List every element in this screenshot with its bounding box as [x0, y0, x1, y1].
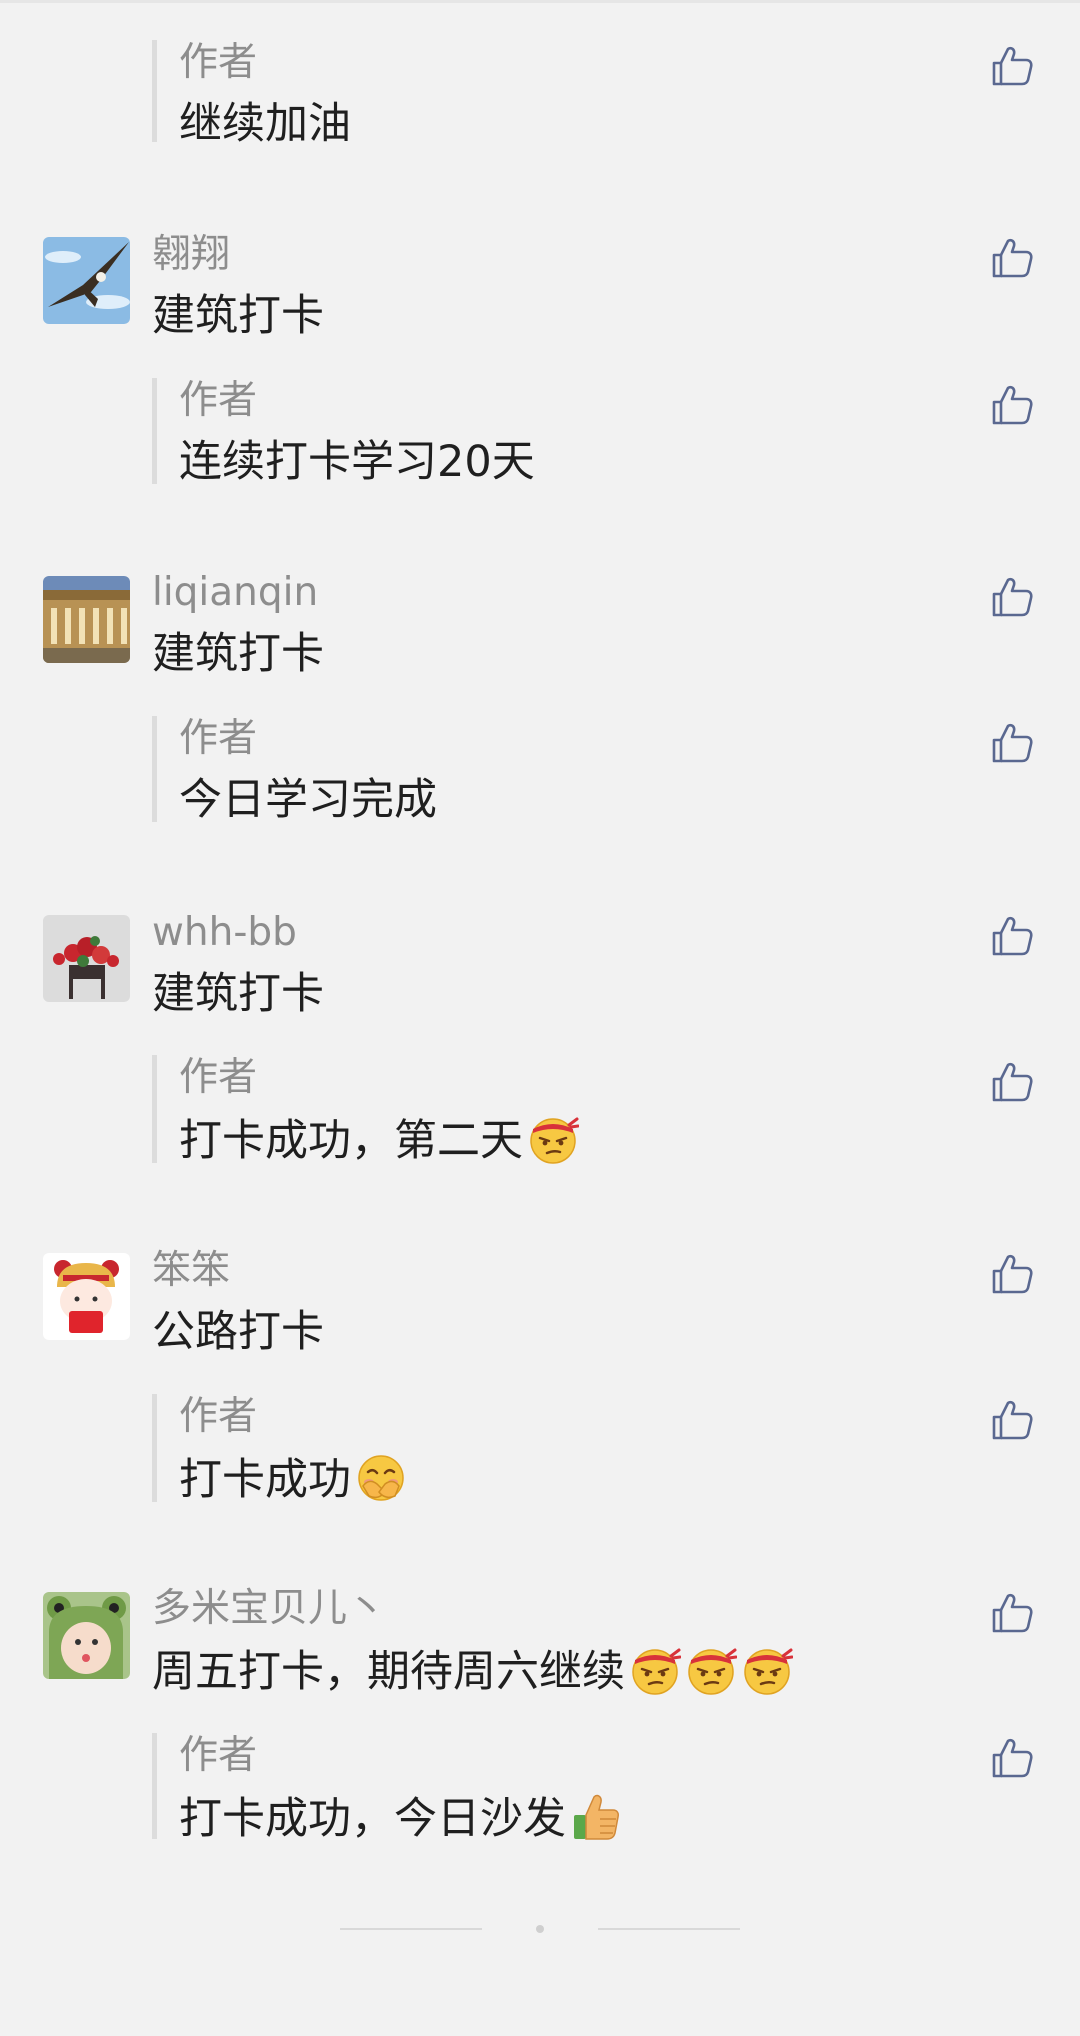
thumbs-up-outline-icon [990, 575, 1034, 619]
avatar[interactable] [43, 1592, 130, 1679]
like-button[interactable] [990, 383, 1034, 427]
avatar[interactable] [43, 1253, 130, 1340]
author-reply: 作者 打卡成功，第二天 [152, 1055, 994, 1166]
reply-text-content: 打卡成功，今日沙发 [179, 1794, 566, 1844]
thumbs-up-outline-icon [990, 44, 1034, 88]
like-button[interactable] [990, 575, 1034, 619]
reply-author: 作者 [179, 1055, 258, 1100]
cartoon-child-avatar-image [43, 1253, 130, 1340]
flowers-avatar-image [43, 915, 130, 1002]
reply-text: 打卡成功，今日沙发 [179, 1791, 622, 1845]
top-divider [0, 0, 1080, 3]
comment-text: 建筑打卡 [152, 969, 324, 1019]
smirk-ninja-emoji [741, 1644, 793, 1696]
reply-text-content: 打卡成功 [179, 1455, 351, 1505]
thumbs-up-outline-icon [990, 236, 1034, 280]
like-button[interactable] [990, 1252, 1034, 1296]
reply-text: 打卡成功，第二天 [179, 1113, 579, 1167]
reply-text: 继续加油 [179, 99, 351, 149]
thumbs-up-outline-icon [990, 1398, 1034, 1442]
avatar[interactable] [43, 915, 130, 1002]
comment-text: 周五打卡，期待周六继续 [152, 1644, 793, 1698]
author-reply: 作者 打卡成功 [152, 1394, 994, 1505]
eagle-avatar-image [43, 237, 130, 324]
reply-author: 作者 [179, 378, 258, 423]
thumbs-up-outline-icon [990, 1060, 1034, 1104]
like-button[interactable] [990, 1398, 1034, 1442]
username[interactable]: 笨笨 [152, 1248, 230, 1294]
end-divider-left [340, 1928, 482, 1930]
thumbs-up-emoji [570, 1791, 622, 1843]
author-reply: 作者 打卡成功，今日沙发 [152, 1733, 994, 1844]
avatar[interactable] [43, 576, 130, 663]
reply-author: 作者 [179, 1733, 258, 1778]
username[interactable]: whh-bb [152, 910, 297, 956]
like-button[interactable] [990, 44, 1034, 88]
author-reply: 作者 连续打卡学习20天 [152, 378, 994, 487]
like-button[interactable] [990, 1060, 1034, 1104]
username[interactable]: liqianqin [152, 570, 318, 616]
like-button[interactable] [990, 914, 1034, 958]
smirk-ninja-emoji [527, 1113, 579, 1165]
comment-text: 建筑打卡 [152, 629, 324, 679]
reply-author: 作者 [179, 716, 258, 761]
comment-text: 建筑打卡 [152, 291, 324, 341]
thumbs-up-outline-icon [990, 383, 1034, 427]
author-reply: 作者 继续加油 [152, 40, 994, 149]
thumbs-up-outline-icon [990, 1736, 1034, 1780]
username[interactable]: 多米宝贝儿丶 [152, 1586, 386, 1632]
building-avatar-image [43, 576, 130, 663]
reply-author: 作者 [179, 40, 258, 85]
thumbs-up-outline-icon [990, 721, 1034, 765]
reply-author: 作者 [179, 1394, 258, 1439]
like-button[interactable] [990, 1591, 1034, 1635]
end-divider-right [598, 1928, 740, 1930]
like-button[interactable] [990, 236, 1034, 280]
reply-text: 打卡成功 [179, 1452, 407, 1506]
comment-text-content: 周五打卡，期待周六继续 [152, 1647, 625, 1697]
thumbs-up-outline-icon [990, 914, 1034, 958]
comment-text: 公路打卡 [152, 1307, 324, 1357]
end-dot [536, 1925, 544, 1933]
smirk-ninja-emoji [629, 1644, 681, 1696]
reply-text-content: 打卡成功，第二天 [179, 1116, 523, 1166]
reply-text: 连续打卡学习20天 [179, 437, 535, 487]
author-reply: 作者 今日学习完成 [152, 716, 994, 825]
username[interactable]: 翱翔 [152, 232, 230, 278]
like-button[interactable] [990, 721, 1034, 765]
thumbs-up-outline-icon [990, 1252, 1034, 1296]
hiding-laugh-emoji [355, 1452, 407, 1504]
smirk-ninja-emoji [685, 1644, 737, 1696]
reply-text: 今日学习完成 [179, 775, 437, 825]
thumbs-up-outline-icon [990, 1591, 1034, 1635]
baby-frog-hat-avatar-image [43, 1592, 130, 1679]
avatar[interactable] [43, 237, 130, 324]
like-button[interactable] [990, 1736, 1034, 1780]
